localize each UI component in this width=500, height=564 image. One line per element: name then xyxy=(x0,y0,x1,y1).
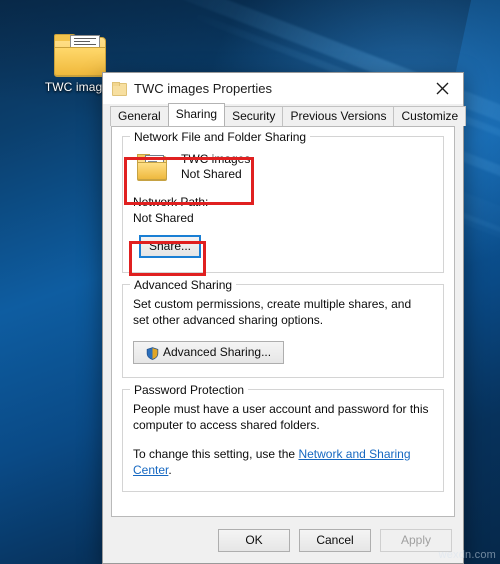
sharing-tab-panel: Network File and Folder Sharing TWC imag… xyxy=(111,126,455,517)
advanced-sharing-legend: Advanced Sharing xyxy=(130,278,236,292)
password-protection-group: Password Protection People must have a u… xyxy=(122,389,444,492)
network-sharing-legend: Network File and Folder Sharing xyxy=(130,130,310,144)
cancel-button[interactable]: Cancel xyxy=(299,529,371,552)
advanced-sharing-button-label: Advanced Sharing... xyxy=(163,342,271,363)
network-sharing-group: Network File and Folder Sharing TWC imag… xyxy=(122,136,444,273)
tab-sharing[interactable]: Sharing xyxy=(168,103,225,126)
dialog-titlebar[interactable]: TWC images Properties xyxy=(103,73,463,104)
advanced-sharing-group: Advanced Sharing Set custom permissions,… xyxy=(122,284,444,378)
properties-dialog: TWC images Properties General Sharing Se… xyxy=(102,72,464,564)
tab-customize[interactable]: Customize xyxy=(393,106,466,126)
password-protection-description: People must have a user account and pass… xyxy=(133,401,433,433)
watermark: wexdn.com xyxy=(439,549,496,561)
advanced-sharing-button[interactable]: Advanced Sharing... xyxy=(133,341,284,364)
ok-button[interactable]: OK xyxy=(218,529,290,552)
shared-folder-identity: TWC images Not Shared xyxy=(133,148,433,185)
dialog-title: TWC images Properties xyxy=(134,81,421,96)
close-icon[interactable] xyxy=(421,73,463,103)
share-button[interactable]: Share... xyxy=(139,235,201,258)
password-protection-legend: Password Protection xyxy=(130,383,248,397)
advanced-sharing-description: Set custom permissions, create multiple … xyxy=(133,296,433,328)
dialog-footer: OK Cancel Apply xyxy=(103,517,463,563)
network-path-label: Network Path: xyxy=(133,194,433,210)
shared-folder-status: Not Shared xyxy=(181,167,250,182)
tab-general[interactable]: General xyxy=(110,106,169,126)
uac-shield-icon xyxy=(146,346,159,359)
folder-document-icon xyxy=(137,154,167,180)
change-setting-prefix: To change this setting, use the xyxy=(133,447,298,461)
change-setting-suffix: . xyxy=(168,463,171,477)
folder-icon xyxy=(54,34,106,76)
tab-previous-versions[interactable]: Previous Versions xyxy=(282,106,394,126)
network-path-value: Not Shared xyxy=(133,210,433,226)
shared-folder-name: TWC images xyxy=(181,152,250,167)
folder-icon xyxy=(112,82,125,94)
change-setting-line: To change this setting, use the Network … xyxy=(133,446,433,478)
tab-security[interactable]: Security xyxy=(224,106,283,126)
tab-strip: General Sharing Security Previous Versio… xyxy=(103,104,463,126)
